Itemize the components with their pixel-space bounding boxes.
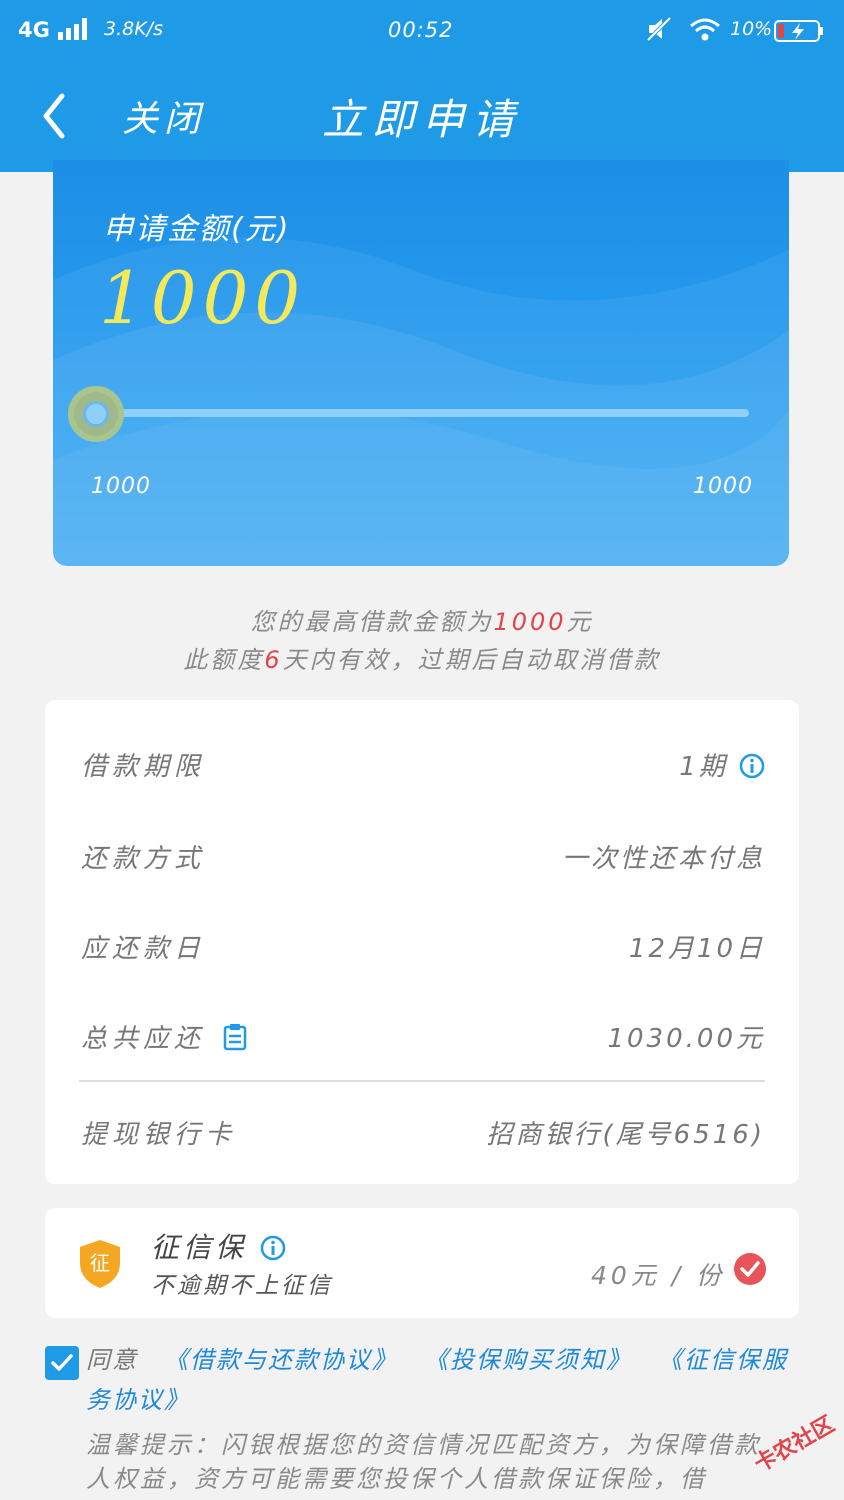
shield-icon: 征 [80, 1240, 120, 1288]
insurance-title: 征信保 [151, 1231, 248, 1264]
total-repay-value: 1030.00元 [607, 1024, 765, 1054]
loan-term-value: 1期 [679, 752, 728, 782]
due-date-label: 应还款日 [81, 934, 206, 964]
bank-card-row[interactable]: 提现银行卡 招商银行(尾号6516) [81, 1114, 765, 1154]
watermark-text: 卡农社区 [750, 1411, 839, 1478]
info-icon[interactable] [260, 1235, 286, 1261]
amount-value: 1000 [99, 256, 307, 340]
agreement-prefix: 同意 [86, 1346, 138, 1374]
amount-label: 申请金额(元) [103, 212, 291, 247]
mute-icon [646, 16, 672, 42]
repayment-method-label: 还款方式 [81, 844, 206, 874]
watermark-logo: 卡农社区 [750, 1411, 839, 1478]
battery-percent: 10% [730, 18, 773, 40]
network-speed: 3.8K/s [104, 18, 163, 40]
wifi-icon [690, 18, 720, 41]
repayment-method-value: 一次性还本付息 [561, 844, 765, 874]
total-repay-label: 总共应还 [81, 1024, 206, 1054]
amount-card: 申请金额(元) 1000 1000 1000 [53, 160, 789, 566]
bank-card-label: 提现银行卡 [81, 1120, 237, 1150]
insurance-checkbox[interactable] [733, 1252, 767, 1286]
signal-icon [56, 18, 90, 40]
total-repay-label-wrap: 总共应还 [81, 1018, 248, 1055]
notice-text-suffix: 天内有效，过期后自动取消借款 [282, 646, 661, 674]
agreement-checkbox[interactable] [45, 1346, 79, 1380]
loan-term-row[interactable]: 借款期限 1期 [81, 746, 765, 786]
insurance-title-wrap: 征信保 [151, 1226, 286, 1266]
agreement-text: 同意 《借款与还款协议》 《投保购买须知》 《征信保服务协议》 [86, 1340, 796, 1420]
page-title: 立即申请 [321, 95, 522, 144]
battery-icon [774, 20, 823, 42]
clipboard-icon[interactable] [222, 1023, 248, 1051]
amount-slider-handle[interactable] [68, 386, 124, 442]
insurance-price: 40元 / 份 [591, 1261, 726, 1290]
notice-text: 您的最高借款金额为 [250, 608, 494, 636]
credit-insurance-card[interactable]: 征 征信保 不逾期不上征信 40元 / 份 [45, 1208, 799, 1318]
loan-term-value-wrap: 1期 [679, 746, 765, 783]
status-bar: 4G 3.8K/s 00:52 10% [0, 14, 844, 50]
total-repay-row[interactable]: 总共应还 1030.00元 [81, 1018, 765, 1058]
notice-days: 6 [264, 646, 283, 674]
insurance-notice-link[interactable]: 《投保购买须知》 [424, 1346, 632, 1374]
max-amount-notice: 您的最高借款金额为1000元 [0, 602, 844, 637]
notice-unit: 元 [566, 608, 594, 636]
loan-details-card: 借款期限 1期 还款方式 一次性还本付息 应还款日 12月10日 总共应还 10… [45, 700, 799, 1184]
notice-amount: 1000 [493, 608, 567, 636]
clock: 00:52 [388, 18, 454, 42]
loan-term-label: 借款期限 [81, 752, 206, 782]
shield-badge-text: 征 [90, 1251, 110, 1275]
bank-card-value: 招商银行(尾号6516) [486, 1120, 765, 1150]
top-bar: 4G 3.8K/s 00:52 10% 关闭 立即申请 [0, 0, 844, 172]
insurance-subtitle: 不逾期不上征信 [151, 1273, 333, 1299]
network-type: 4G [18, 18, 50, 42]
loan-agreement-link[interactable]: 《借款与还款协议》 [164, 1346, 398, 1374]
due-date-row: 应还款日 12月10日 [81, 928, 765, 968]
warm-tip: 温馨提示：闪银根据您的资信情况匹配资方，为保障借款人权益，资方可能需要您投保个人… [86, 1431, 761, 1493]
amount-range-max: 1000 [693, 474, 753, 499]
amount-range-min: 1000 [91, 474, 151, 499]
divider [79, 1080, 765, 1082]
validity-notice: 此额度6天内有效，过期后自动取消借款 [0, 640, 844, 675]
notice-text: 此额度 [183, 646, 265, 674]
due-date-value: 12月10日 [628, 934, 765, 964]
amount-slider-track[interactable] [113, 409, 749, 417]
repayment-method-row: 还款方式 一次性还本付息 [81, 838, 765, 878]
info-icon[interactable] [739, 753, 765, 779]
